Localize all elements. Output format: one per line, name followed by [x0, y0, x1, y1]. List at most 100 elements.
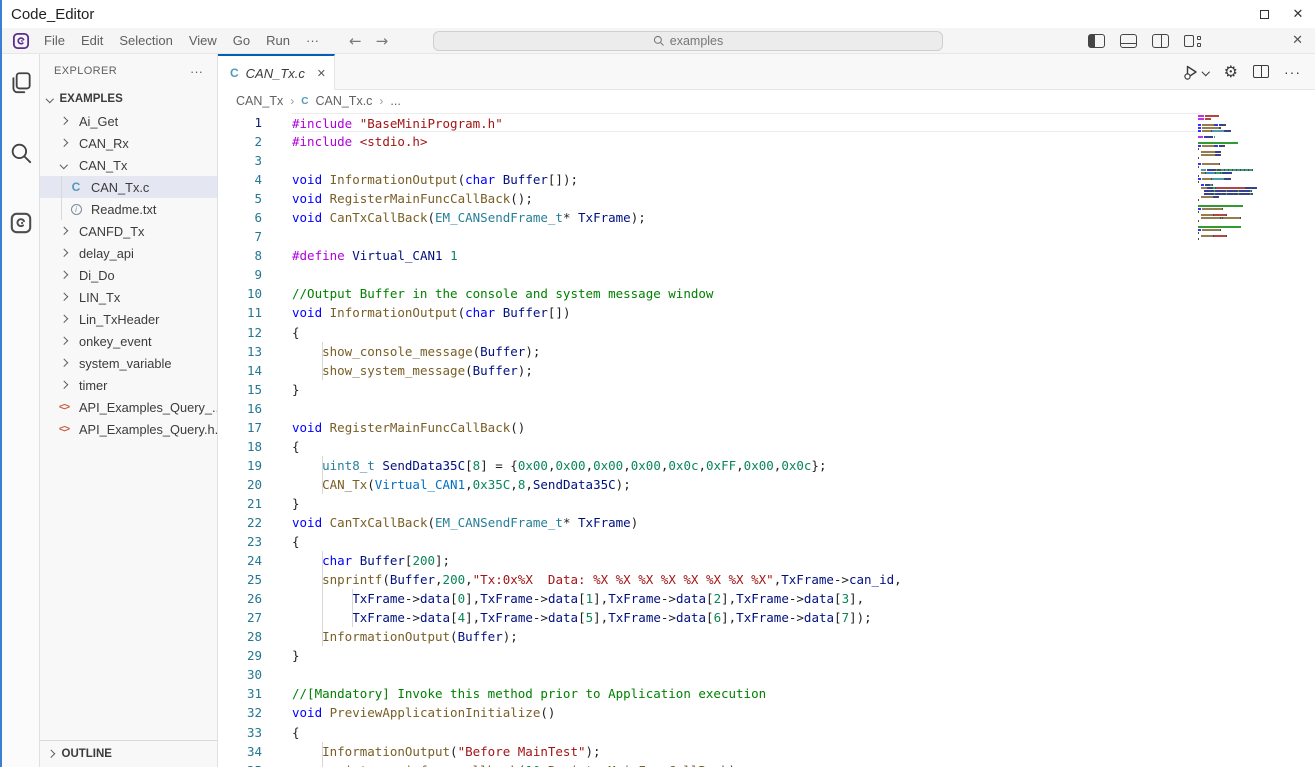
- line-number: 11: [218, 303, 292, 322]
- code-line[interactable]: #include <stdio.h>: [292, 132, 1200, 151]
- breadcrumb-symbol[interactable]: ...: [390, 94, 400, 108]
- code-line[interactable]: void PreviewApplicationInitialize(): [292, 703, 1200, 722]
- maximize-button[interactable]: [1247, 0, 1281, 28]
- code-line[interactable]: void CanTxCallBack(EM_CANSendFrame_t* Tx…: [292, 513, 1200, 532]
- tab-close-icon[interactable]: ✕: [317, 67, 326, 80]
- code-line[interactable]: snprintf(Buffer,200,"Tx:0x%X Data: %X %X…: [292, 570, 1200, 589]
- menu-item-file[interactable]: File: [36, 31, 73, 50]
- toggle-sidebar-icon[interactable]: [1088, 34, 1105, 48]
- code-line[interactable]: //Output Buffer in the console and syste…: [292, 284, 1200, 303]
- sidebar-item-timer[interactable]: timer: [40, 374, 217, 396]
- code-editor-area[interactable]: 1234567891011121314151617181920212223242…: [218, 112, 1315, 767]
- line-number: 29: [218, 646, 292, 665]
- code-line[interactable]: CAN_Tx(Virtual_CAN1,0x35C,8,SendData35C)…: [292, 475, 1200, 494]
- page-title: Code_Editor: [2, 6, 94, 23]
- outline-section[interactable]: OUTLINE: [40, 740, 217, 767]
- breadcrumb-file[interactable]: CAN_Tx.c: [315, 94, 372, 108]
- info-icon: i: [68, 204, 84, 215]
- chevron-right-icon: [56, 382, 72, 388]
- code-line[interactable]: [292, 151, 1200, 170]
- close-button[interactable]: ✕: [1281, 0, 1315, 28]
- line-number: 27: [218, 608, 292, 627]
- chevron-right-icon: [56, 272, 72, 278]
- minimap[interactable]: [1198, 114, 1290, 240]
- code-line[interactable]: #include "BaseMiniProgram.h": [292, 113, 1200, 132]
- breadcrumb-folder[interactable]: CAN_Tx: [236, 94, 283, 108]
- code-line[interactable]: void RegisterMainFuncCallBack();: [292, 189, 1200, 208]
- code-line[interactable]: }: [292, 494, 1200, 513]
- sidebar-item-can-tx-c[interactable]: CCAN_Tx.c: [40, 176, 217, 198]
- search-input[interactable]: examples: [433, 31, 943, 51]
- editor-more-icon[interactable]: ···: [1284, 64, 1301, 80]
- explorer-files-icon[interactable]: [8, 70, 34, 96]
- line-number: 10: [218, 284, 292, 303]
- code-line[interactable]: [292, 227, 1200, 246]
- menu-item-go[interactable]: Go: [225, 31, 258, 50]
- run-or-debug-button[interactable]: [1183, 64, 1209, 80]
- code-line[interactable]: #define Virtual_CAN1 1: [292, 246, 1200, 265]
- code-line[interactable]: {: [292, 532, 1200, 551]
- code-line[interactable]: uint8_t SendData35C[8] = {0x00,0x00,0x00…: [292, 456, 1200, 475]
- code-line[interactable]: void InformationOutput(char Buffer[]);: [292, 170, 1200, 189]
- code-line[interactable]: {: [292, 437, 1200, 456]
- code-line[interactable]: show_console_message(Buffer);: [292, 342, 1200, 361]
- menu-item-run[interactable]: Run: [258, 31, 298, 50]
- code-line[interactable]: TxFrame->data[0],TxFrame->data[1],TxFram…: [292, 589, 1200, 608]
- code-line[interactable]: char Buffer[200];: [292, 551, 1200, 570]
- sidebar-item-lin-txheader[interactable]: Lin_TxHeader: [40, 308, 217, 330]
- toggle-panel-icon[interactable]: [1120, 34, 1137, 48]
- gear-icon[interactable]: ⚙: [1224, 64, 1238, 80]
- code-line[interactable]: InformationOutput(Buffer);: [292, 627, 1200, 646]
- menu-item-view[interactable]: View: [181, 31, 225, 50]
- search-sidebar-icon[interactable]: [8, 140, 34, 166]
- code-line[interactable]: register_mainfunc_callback(10,RegisterMa…: [292, 761, 1200, 767]
- sidebar-item-api-examples-query-h[interactable]: <>API_Examples_Query.h...: [40, 418, 217, 440]
- indent-guide: [352, 608, 353, 627]
- nav-back-icon[interactable]: ←: [349, 32, 362, 50]
- menu-item-more[interactable]: ···: [298, 31, 327, 50]
- sidebar-item-can-rx[interactable]: CAN_Rx: [40, 132, 217, 154]
- sidebar-item-ai-get[interactable]: Ai_Get: [40, 110, 217, 132]
- sidebar-item-lin-tx[interactable]: LIN_Tx: [40, 286, 217, 308]
- sidebar-item-label: CANFD_Tx: [79, 224, 144, 239]
- minimap-line: [1198, 237, 1290, 240]
- sidebar-item-api-examples-query[interactable]: <>API_Examples_Query_...: [40, 396, 217, 418]
- outline-label: OUTLINE: [62, 748, 112, 760]
- code-line[interactable]: {: [292, 723, 1200, 742]
- code-line[interactable]: [292, 665, 1200, 684]
- explorer-more-icon[interactable]: ···: [190, 64, 203, 79]
- customize-layout-icon[interactable]: [1184, 34, 1202, 48]
- sidebar-item-system-variable[interactable]: system_variable: [40, 352, 217, 374]
- sidebar-item-canfd-tx[interactable]: CANFD_Tx: [40, 220, 217, 242]
- menu-item-edit[interactable]: Edit: [73, 31, 111, 50]
- nav-forward-icon[interactable]: →: [376, 32, 389, 50]
- sidebar-root-examples[interactable]: EXAMPLES: [40, 88, 217, 110]
- code-line[interactable]: }: [292, 646, 1200, 665]
- sidebar-item-onkey-event[interactable]: onkey_event: [40, 330, 217, 352]
- sidebar-item-readme-txt[interactable]: iReadme.txt: [40, 198, 217, 220]
- menu-item-selection[interactable]: Selection: [111, 31, 180, 50]
- menu-close-icon[interactable]: ✕: [1292, 33, 1303, 48]
- sidebar-item-delay-api[interactable]: delay_api: [40, 242, 217, 264]
- tab-can-tx-c[interactable]: C CAN_Tx.c ✕: [218, 54, 335, 90]
- code-line[interactable]: TxFrame->data[4],TxFrame->data[5],TxFram…: [292, 608, 1200, 627]
- app-examples-icon[interactable]: [8, 210, 34, 236]
- code-line[interactable]: //[Mandatory] Invoke this method prior t…: [292, 684, 1200, 703]
- code-line[interactable]: InformationOutput("Before MainTest");: [292, 742, 1200, 761]
- code-line[interactable]: void RegisterMainFuncCallBack(): [292, 418, 1200, 437]
- toggle-secondary-sidebar-icon[interactable]: [1152, 34, 1169, 48]
- code-line[interactable]: void CanTxCallBack(EM_CANSendFrame_t* Tx…: [292, 208, 1200, 227]
- sidebar-item-label: system_variable: [79, 356, 171, 371]
- code-line[interactable]: [292, 399, 1200, 418]
- sidebar-item-di-do[interactable]: Di_Do: [40, 264, 217, 286]
- indent-guide: [322, 456, 323, 475]
- sidebar-item-can-tx[interactable]: CAN_Tx: [40, 154, 217, 176]
- code-lines[interactable]: #include "BaseMiniProgram.h"#include <st…: [292, 112, 1200, 767]
- split-editor-icon[interactable]: [1253, 65, 1269, 78]
- code-line[interactable]: void InformationOutput(char Buffer[]): [292, 303, 1200, 322]
- line-number: 16: [218, 399, 292, 418]
- code-line[interactable]: {: [292, 323, 1200, 342]
- code-line[interactable]: show_system_message(Buffer);: [292, 361, 1200, 380]
- code-line[interactable]: }: [292, 380, 1200, 399]
- code-line[interactable]: [292, 265, 1200, 284]
